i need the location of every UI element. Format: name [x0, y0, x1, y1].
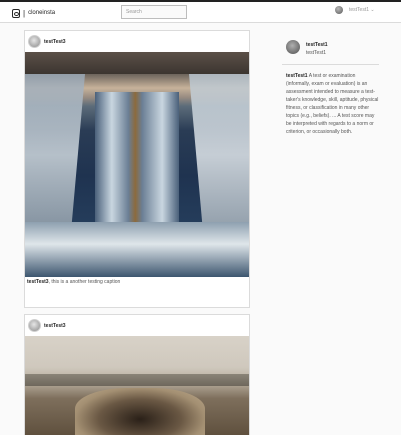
post-header: testTest3 [25, 315, 249, 336]
bio-username: testTest1 [286, 73, 308, 79]
photo-waterfall [95, 92, 179, 242]
bio-text: A test or examination (informally, exam … [286, 73, 379, 135]
avatar[interactable] [28, 319, 41, 332]
brand-logo[interactable]: | cloneinsta [12, 7, 55, 19]
brand-name: cloneinsta [28, 10, 56, 16]
photo-bridge [25, 374, 249, 386]
avatar[interactable] [286, 40, 300, 54]
sidebar-profile: testTest1 testTest1 testTest1 A test or … [282, 38, 379, 136]
post-header: testTest3 [25, 31, 249, 52]
feed: testTest3 testTest3, this is a another t… [24, 30, 250, 435]
avatar[interactable] [28, 35, 41, 48]
post-photo[interactable] [25, 336, 249, 435]
sidebar-username[interactable]: testTest1 [306, 41, 328, 49]
sidebar-header: testTest1 testTest1 [282, 38, 379, 65]
post: testTest3 [24, 314, 250, 435]
caption-username[interactable]: testTest3 [27, 279, 49, 285]
camera-icon [12, 8, 20, 18]
photo-mall-background [25, 52, 249, 74]
user-menu-label: testTest1 ⌄ [349, 7, 375, 13]
top-accent-bar [0, 0, 401, 2]
caption-text: , this is a another testing caption [48, 279, 121, 285]
post-photo[interactable] [25, 52, 249, 277]
user-menu[interactable]: testTest1 ⌄ [335, 6, 375, 14]
avatar [335, 6, 343, 14]
top-navbar: | cloneinsta testTest1 ⌄ [0, 0, 401, 23]
post-footer-spacer [25, 289, 249, 307]
post: testTest3 testTest3, this is a another t… [24, 30, 250, 308]
post-username[interactable]: testTest3 [44, 39, 66, 45]
search-input[interactable] [121, 5, 187, 19]
brand-separator: | [23, 8, 26, 18]
photo-foam [25, 222, 249, 277]
sidebar-bio: testTest1 A test or examination (informa… [282, 72, 379, 136]
sidebar-display-name: testTest1 [306, 50, 327, 56]
post-username[interactable]: testTest3 [44, 323, 66, 329]
sidebar-names: testTest1 testTest1 [306, 38, 328, 57]
photo-pit [75, 388, 205, 435]
post-caption: testTest3, this is a another testing cap… [25, 277, 249, 289]
